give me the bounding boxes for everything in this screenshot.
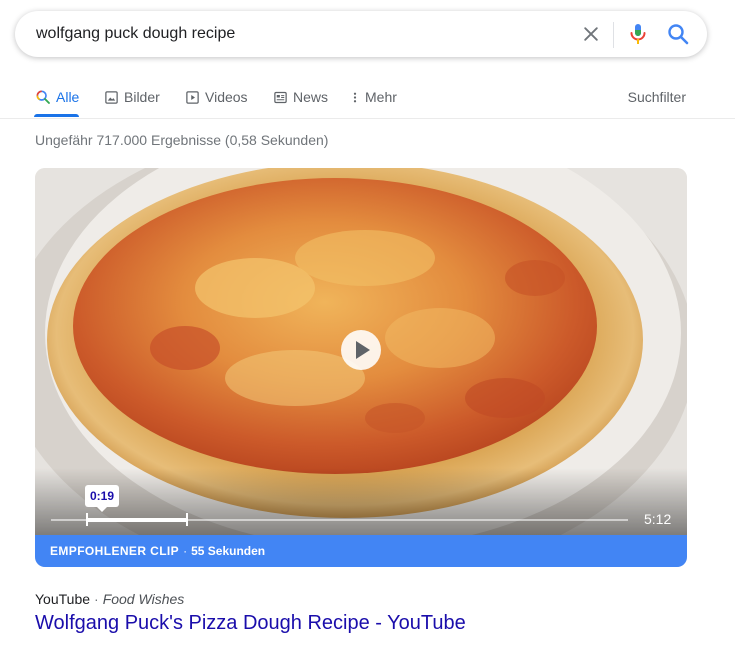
tab-videos-label: Videos: [205, 89, 248, 105]
video-duration: 5:12: [644, 511, 672, 527]
tab-images-label: Bilder: [124, 89, 160, 105]
clip-label: EMPFOHLENER CLIP: [50, 544, 180, 558]
tabs-divider: [0, 118, 735, 119]
result-title-link[interactable]: Wolfgang Puck's Pizza Dough Recipe - You…: [35, 612, 466, 635]
tab-more-label: Mehr: [365, 89, 397, 105]
clip-separator: ·: [183, 544, 188, 558]
result-source: YouTube · Food Wishes: [35, 591, 184, 607]
timeline-shade: [35, 468, 687, 535]
newspaper-icon: [274, 91, 287, 103]
active-tab-indicator: [34, 114, 79, 117]
tab-news[interactable]: News: [273, 78, 328, 116]
clip-length: 55 Sekunden: [191, 544, 266, 558]
tab-videos[interactable]: Videos: [185, 78, 248, 116]
clip-range: [86, 518, 187, 522]
clip-end-marker[interactable]: [186, 513, 188, 526]
featured-clip-banner: EMPFOHLENER CLIP · 55 Sekunden: [35, 535, 687, 567]
play-box-icon: [186, 90, 199, 104]
clip-start-marker[interactable]: [86, 513, 88, 526]
search-icon[interactable]: [666, 22, 690, 46]
search-divider: [613, 22, 614, 48]
tab-all-label: Alle: [56, 89, 80, 105]
tab-more[interactable]: Mehr: [350, 78, 397, 116]
featured-video[interactable]: 0:19 5:12 EMPFOHLENER CLIP · 55 Sekunden: [35, 168, 687, 567]
play-icon: [356, 341, 370, 359]
close-icon[interactable]: [581, 24, 601, 44]
more-vertical-icon: [353, 92, 357, 102]
result-stats: Ungefähr 717.000 Ergebnisse (0,58 Sekund…: [35, 132, 329, 148]
search-filter-label: Suchfilter: [627, 89, 686, 105]
play-button[interactable]: [341, 330, 381, 370]
clip-start-time: 0:19: [85, 485, 119, 512]
tab-all[interactable]: Alle: [35, 78, 79, 116]
source-separator: ·: [94, 591, 99, 607]
source-channel: Food Wishes: [102, 591, 185, 607]
tab-news-label: News: [293, 89, 329, 105]
source-site: YouTube: [35, 591, 91, 607]
image-icon: [105, 90, 118, 104]
search-tabs: Alle Bilder Videos News Mehr Suchfilter: [0, 78, 735, 118]
search-icon: [36, 90, 50, 104]
search-input[interactable]: [36, 11, 556, 57]
search-filter-button[interactable]: Suchfilter: [628, 78, 686, 116]
microphone-icon[interactable]: [626, 22, 650, 46]
tab-images[interactable]: Bilder: [104, 78, 160, 116]
search-bar: [15, 11, 707, 57]
